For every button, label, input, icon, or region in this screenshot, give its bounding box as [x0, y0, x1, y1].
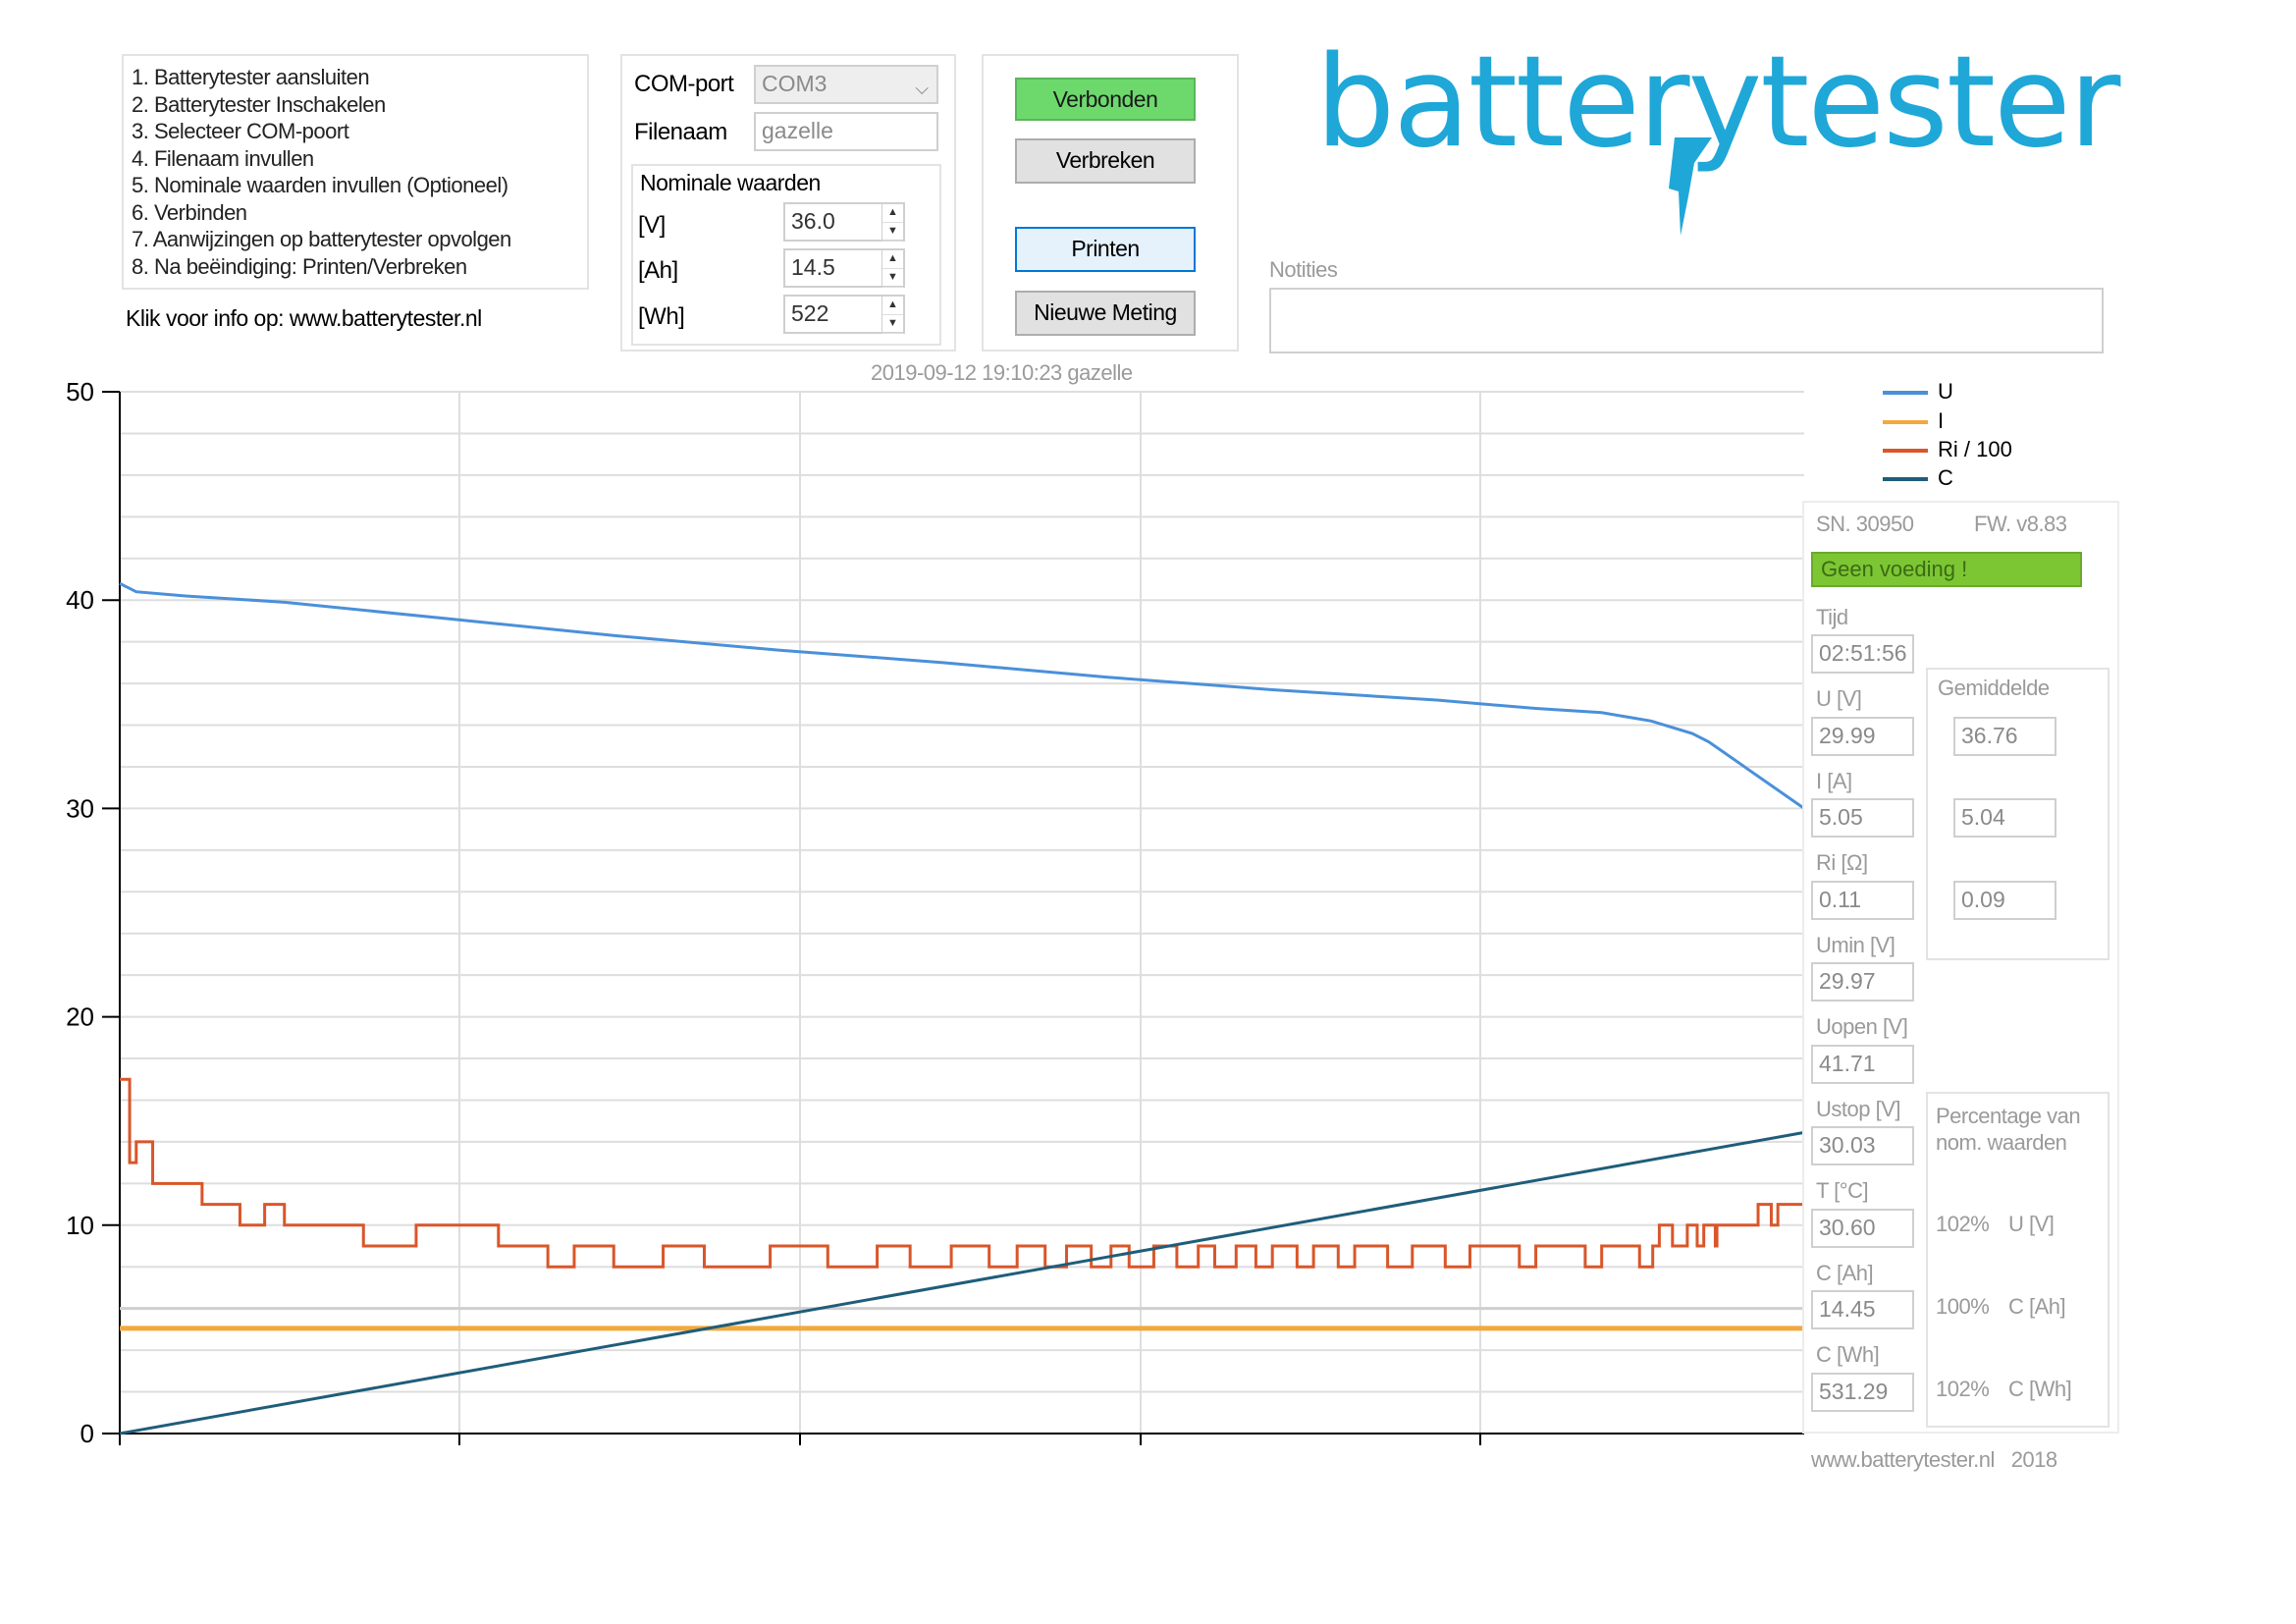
footer-link[interactable]: www.batterytester.nl 2018 [1811, 1447, 2057, 1473]
serial-number: SN. 30950 [1816, 512, 1914, 536]
tijd-label: Tijd [1816, 605, 1848, 629]
step-7: 7. Aanwijzingen op batterytester opvolge… [132, 227, 511, 251]
nominal-ah-value: 14.5 [791, 254, 835, 280]
nominal-wh-value: 522 [791, 300, 829, 326]
ustop-label: Ustop [V] [1816, 1097, 1900, 1121]
y-tick-label: 10 [66, 1211, 94, 1240]
temperature-label: T [°C] [1816, 1178, 1869, 1203]
capacity-wh-label: C [Wh] [1816, 1342, 1880, 1367]
disconnect-button[interactable]: Verbreken [1015, 138, 1196, 184]
legend-label-ri: Ri / 100 [1938, 437, 2012, 461]
x-tick-label: 01:09:14 [750, 1451, 849, 1453]
u-label: U [V] [1816, 686, 1862, 711]
u-field: 29.99 [1811, 717, 1914, 756]
info-link[interactable]: Klik voor info op: www.batterytester.nl [126, 305, 482, 332]
average-i-field: 5.04 [1953, 798, 2056, 838]
capacity-ah-label: C [Ah] [1816, 1261, 1874, 1285]
nominal-wh-label: [Wh] [638, 303, 685, 330]
average-ri-field: 0.09 [1953, 881, 2056, 920]
percentage-u-value: 102% [1936, 1212, 1990, 1236]
average-u-field: 36.76 [1953, 717, 2056, 756]
print-button[interactable]: Printen [1015, 227, 1196, 272]
filenaam-label: Filenaam [634, 119, 727, 145]
step-2: 2. Batterytester Inschakelen [132, 91, 386, 117]
chevron-down-icon: ⌵ [915, 79, 929, 98]
legend-label-u: U [1938, 379, 1953, 404]
instructions-panel: 1. Batterytester aansluiten 2. Batteryte… [122, 54, 589, 290]
percentage-title-1: Percentage van [1936, 1104, 2081, 1128]
chart: 0 10 20 30 40 50 00:34:37 01:09:14 01:43:53 02:18… [66, 377, 1805, 1453]
ri-field: 0.11 [1811, 881, 1914, 920]
i-field: 5.05 [1811, 798, 1914, 838]
com-port-label: COM-port [634, 71, 734, 97]
uopen-field: 41.71 [1811, 1045, 1914, 1084]
nominal-wh-stepper[interactable]: ▲ ▼ [881, 297, 903, 334]
step-5: 5. Nominale waarden invullen (Optioneel) [132, 173, 508, 197]
umin-label: Umin [V] [1816, 933, 1896, 957]
umin-field: 29.97 [1811, 962, 1914, 1001]
notes-label: Notities [1269, 257, 1338, 282]
x-tick-label: 00:34:37 [409, 1451, 508, 1453]
percentage-title-2: nom. waarden [1936, 1130, 2067, 1155]
step-8: 8. Na beëindiging: Printen/Verbreken [132, 253, 467, 279]
step-1: 1. Batterytester aansluiten [132, 65, 370, 89]
nominal-ah-input[interactable]: 14.5 ▲ ▼ [783, 248, 905, 288]
step-3: 3. Selecteer COM-poort [132, 119, 349, 143]
series-ri-line [120, 1077, 1804, 1269]
ri-label: Ri [Ω] [1816, 850, 1868, 875]
connected-button[interactable]: Verbonden [1015, 78, 1196, 121]
tijd-field: 02:51:56 [1811, 634, 1914, 674]
i-label: I [A] [1816, 769, 1852, 793]
uopen-label: Uopen [V] [1816, 1014, 1908, 1039]
legend-label-c: C [1938, 465, 1953, 490]
nominal-wh-input[interactable]: 522 ▲ ▼ [783, 295, 905, 334]
legend-label-i: I [1938, 408, 1945, 433]
logo: batterytester [1315, 29, 2120, 236]
percentage-cah-value: 100% [1936, 1294, 1990, 1319]
com-port-value: COM3 [762, 71, 828, 96]
y-tick-label: 0 [80, 1419, 94, 1448]
x-tick-label: 01:43:53 [1091, 1451, 1190, 1453]
x-tick-label: 02:18:35 [1430, 1451, 1529, 1453]
new-measurement-button[interactable]: Nieuwe Meting [1015, 291, 1196, 336]
percentage-cwh-value: 102% [1936, 1377, 1990, 1401]
legend-swatch-u [1883, 391, 1928, 395]
nominal-v-value: 36.0 [791, 208, 835, 234]
series-u-line [119, 581, 1805, 810]
legend-swatch-i [1883, 420, 1928, 424]
capacity-wh-field: 531.29 [1811, 1373, 1914, 1412]
y-tick-label: 30 [66, 793, 94, 823]
percentage-u-label: U [V] [2008, 1212, 2055, 1236]
lightning-bolt-icon [1669, 137, 1712, 236]
filenaam-input[interactable]: gazelle [754, 112, 938, 151]
com-port-select[interactable]: COM3 ⌵ [754, 65, 938, 104]
y-tick-label: 40 [66, 585, 94, 615]
nominal-ah-stepper[interactable]: ▲ ▼ [881, 250, 903, 288]
ustop-field: 30.03 [1811, 1126, 1914, 1165]
notes-input[interactable] [1269, 288, 2104, 353]
nominal-v-label: [V] [638, 212, 666, 239]
nominal-v-stepper[interactable]: ▲ ▼ [881, 204, 903, 242]
average-title: Gemiddelde [1938, 676, 2050, 700]
percentage-cwh-label: C [Wh] [2008, 1377, 2072, 1401]
firmware-version: FW. v8.83 [1974, 512, 2067, 536]
nominal-ah-label: [Ah] [638, 257, 678, 284]
step-6: 6. Verbinden [132, 199, 247, 225]
y-tick-label: 50 [66, 377, 94, 406]
legend: U I Ri / 100 C [1883, 379, 2059, 497]
legend-swatch-c [1883, 477, 1928, 481]
legend-swatch-ri [1883, 449, 1928, 453]
y-tick-label: 20 [66, 1002, 94, 1032]
series-c-line [119, 1130, 1805, 1435]
nominal-values-title: Nominale waarden [640, 170, 821, 195]
nominal-v-input[interactable]: 36.0 ▲ ▼ [783, 202, 905, 242]
capacity-ah-field: 14.45 [1811, 1290, 1914, 1329]
step-4: 4. Filenaam invullen [132, 145, 314, 171]
status-badge: Geen voeding ! [1811, 552, 2082, 587]
temperature-field: 30.60 [1811, 1209, 1914, 1248]
percentage-cah-label: C [Ah] [2008, 1294, 2066, 1319]
